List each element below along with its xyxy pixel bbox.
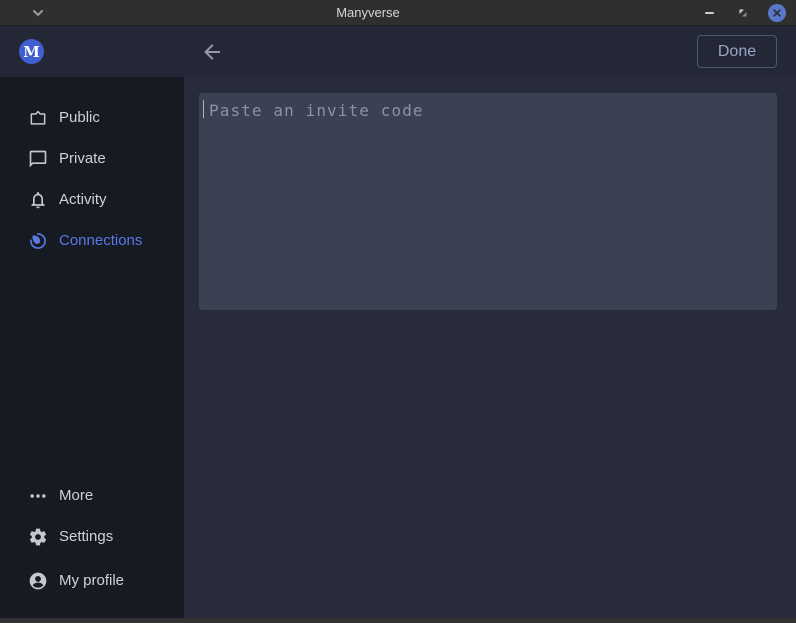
close-button[interactable] [768, 4, 786, 22]
sidebar-item-more[interactable]: More [0, 475, 184, 516]
sidebar-item-activity[interactable]: Activity [0, 179, 184, 220]
logo-letter: M [23, 43, 40, 61]
sidebar-bottom-items: More Settings My profile [0, 475, 184, 601]
main-content [184, 77, 796, 618]
manyverse-window: Manyverse M Done Public [0, 0, 796, 623]
bulletin-board-icon [28, 108, 48, 128]
sidebar-item-connections[interactable]: Connections [0, 220, 184, 261]
sidebar-item-private[interactable]: Private [0, 138, 184, 179]
sidebar-item-label: More [59, 487, 93, 504]
sidebar-item-my-profile[interactable]: My profile [0, 560, 184, 601]
sidebar-item-label: Settings [59, 528, 113, 545]
account-circle-icon [28, 571, 48, 591]
window-bottom-edge [0, 618, 796, 623]
sidebar-item-public[interactable]: Public [0, 97, 184, 138]
sidebar-main-items: Public Private Activity [0, 97, 184, 261]
app-header: M Done [0, 26, 796, 77]
sidebar-item-label: Connections [59, 232, 142, 249]
sidebar-item-label: Private [59, 150, 106, 167]
restore-icon [737, 7, 749, 19]
dots-horizontal-icon [28, 486, 48, 506]
invite-code-input[interactable] [199, 93, 777, 310]
minimize-icon [705, 12, 714, 14]
bell-outline-icon [28, 190, 48, 210]
window-title: Manyverse [0, 0, 736, 26]
sidebar-item-label: Public [59, 109, 100, 126]
back-button[interactable] [200, 40, 224, 64]
restore-button[interactable] [734, 4, 752, 22]
sidebar-item-label: Activity [59, 191, 107, 208]
manyverse-logo: M [19, 39, 44, 64]
text-cursor [203, 100, 204, 118]
window-controls [700, 0, 786, 26]
close-x-icon [771, 7, 783, 19]
connections-dial-icon [28, 231, 48, 251]
done-button[interactable]: Done [697, 35, 777, 68]
sidebar-item-label: My profile [59, 572, 124, 589]
minimize-button[interactable] [700, 4, 718, 22]
arrow-left-icon [200, 40, 224, 64]
titlebar: Manyverse [0, 0, 796, 26]
sidebar-item-settings[interactable]: Settings [0, 516, 184, 557]
gear-icon [28, 527, 48, 547]
sidebar: Public Private Activity [0, 77, 184, 618]
message-outline-icon [28, 149, 48, 169]
